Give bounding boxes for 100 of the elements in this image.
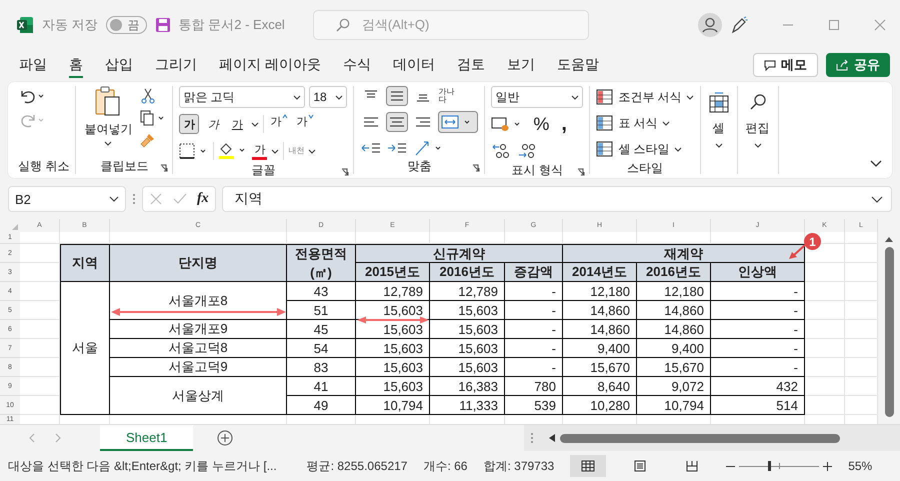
scroll-up-icon[interactable]: [884, 235, 894, 243]
table-cell: -: [711, 339, 805, 358]
table-cell: 11,333: [430, 396, 505, 415]
maximize-icon[interactable]: [828, 19, 840, 31]
menu-tab[interactable]: 데이터: [382, 52, 446, 78]
status-count: 개수: 66: [423, 458, 468, 474]
save-icon[interactable]: [154, 17, 171, 33]
table-header-cell: 2015년도: [356, 263, 430, 282]
style-menu-button[interactable]: 조건부 서식: [596, 86, 694, 108]
chevron-icon[interactable]: [308, 148, 316, 154]
paintbrush-icon[interactable]: [140, 132, 156, 148]
font-style-button[interactable]: 가: [227, 114, 248, 134]
more-options-icon[interactable]: [132, 192, 136, 206]
font-size-field[interactable]: 18: [309, 86, 348, 108]
phonetic-guide-button[interactable]: 내천: [288, 147, 304, 155]
insert-function-button[interactable]: fx: [197, 191, 209, 207]
excel-logo-icon: [16, 16, 34, 34]
status-average: 평균: 8255.065217: [306, 458, 408, 474]
chevron-icon[interactable]: [251, 122, 260, 126]
up-caret-icon: [282, 114, 288, 119]
menu-tab[interactable]: 도움말: [546, 52, 610, 78]
font-style-button[interactable]: 가: [179, 114, 200, 134]
chevron-icon: [104, 141, 112, 146]
more-options-icon[interactable]: [530, 431, 534, 445]
style-menu-button[interactable]: 표 서식: [596, 112, 694, 134]
table-cell: -: [711, 301, 805, 320]
vertical-align-icon[interactable]: [386, 86, 408, 106]
table-cell: 10,280: [563, 396, 637, 415]
table-cell: -: [505, 320, 563, 339]
table-cell: -: [505, 339, 563, 358]
dialog-launcher-icon[interactable]: [472, 164, 480, 172]
avatar-icon[interactable]: [698, 13, 722, 37]
grow-font-button[interactable]: 가: [268, 114, 290, 134]
menu-tab[interactable]: 그리기: [144, 52, 208, 78]
collapse-ribbon-icon[interactable]: [870, 160, 882, 168]
horizontal-align-icon[interactable]: [386, 112, 408, 132]
comments-button[interactable]: 메모: [753, 53, 818, 77]
paste-button[interactable]: 붙여넣기: [82, 86, 134, 146]
dialog-launcher-icon[interactable]: [577, 168, 586, 176]
font-name-field[interactable]: 맑은 고딕: [179, 86, 306, 108]
menu-tab[interactable]: 보기: [496, 52, 546, 78]
dialog-launcher-icon[interactable]: [341, 168, 350, 176]
menu-tab[interactable]: 삽입: [94, 52, 144, 78]
normal-view-button[interactable]: [570, 455, 606, 477]
table-cell: 15,603: [430, 339, 505, 358]
horizontal-scrollbar[interactable]: [548, 433, 840, 443]
menu-tab[interactable]: 페이지 레이아웃: [208, 52, 332, 78]
zoom-level[interactable]: 55%: [848, 459, 872, 473]
add-sheet-icon[interactable]: [217, 430, 234, 446]
name-box[interactable]: B2: [8, 186, 126, 212]
scroll-left-icon[interactable]: [548, 433, 556, 443]
table-cell: 14,860: [637, 301, 711, 320]
table-cell: 8,640: [563, 377, 637, 396]
number-format-field[interactable]: 일반: [491, 86, 584, 108]
chevron-icon[interactable]: [871, 196, 883, 202]
chevron-icon: [674, 146, 682, 152]
percent-button[interactable]: %: [533, 114, 550, 134]
formula-field[interactable]: 지역: [222, 186, 892, 212]
table-cell: 서울: [60, 282, 110, 415]
share-button[interactable]: 공유: [826, 53, 890, 77]
shrink-font-button[interactable]: 가: [294, 114, 316, 134]
dialog-launcher-icon[interactable]: [160, 164, 168, 172]
page-icon: [633, 460, 648, 472]
document-title: 통합 문서2 - Excel: [178, 16, 285, 34]
table-cell: 14,860: [637, 320, 711, 339]
menu-tab[interactable]: 검토: [446, 52, 496, 78]
table-cell: 10,794: [637, 396, 711, 415]
table-cell: 41: [287, 377, 356, 396]
check-icon[interactable]: [173, 192, 187, 206]
style-menu-button[interactable]: 셀 스타일: [596, 138, 694, 160]
pointer-arrow: [788, 244, 806, 260]
sheet-tab[interactable]: Sheet1: [100, 425, 194, 451]
close-icon[interactable]: [874, 19, 886, 31]
font-style-button[interactable]: 가: [203, 114, 224, 134]
table-cell: 15,670: [563, 358, 637, 377]
pen-icon[interactable]: [730, 16, 748, 34]
menu-tab[interactable]: 홈: [58, 52, 94, 78]
table-header-cell: 인상액: [711, 263, 805, 282]
chevron-icon[interactable]: [271, 148, 280, 154]
table-cell: 서울개포9: [110, 320, 287, 339]
table-cell: 9,400: [563, 339, 637, 358]
merge-center-icon[interactable]: [438, 111, 478, 133]
vertical-scrollbar[interactable]: [878, 219, 900, 424]
menu-tab[interactable]: 수식: [332, 52, 382, 78]
cells-button[interactable]: 셀: [706, 86, 731, 148]
menu-tab[interactable]: 파일: [8, 52, 58, 78]
table-cell: 15,603: [356, 301, 430, 320]
table-cell: 15,603: [430, 301, 505, 320]
table-grid-icon: [708, 92, 729, 114]
status-sum: 합계: 379733: [483, 458, 554, 474]
editing-button[interactable]: 편집: [744, 86, 772, 148]
text-wrap-button[interactable]: 가나다: [438, 88, 458, 104]
comma-button[interactable]: ,: [561, 114, 567, 134]
autosave-toggle[interactable]: 끔: [106, 16, 147, 34]
scissors-icon[interactable]: [140, 88, 156, 104]
table-cell: 12,789: [430, 282, 505, 301]
table-cell: 서울고덕8: [110, 339, 287, 358]
copy-icon[interactable]: [140, 110, 166, 126]
zoom-in-icon[interactable]: [823, 462, 832, 470]
font-color-button[interactable]: 가: [252, 142, 268, 160]
